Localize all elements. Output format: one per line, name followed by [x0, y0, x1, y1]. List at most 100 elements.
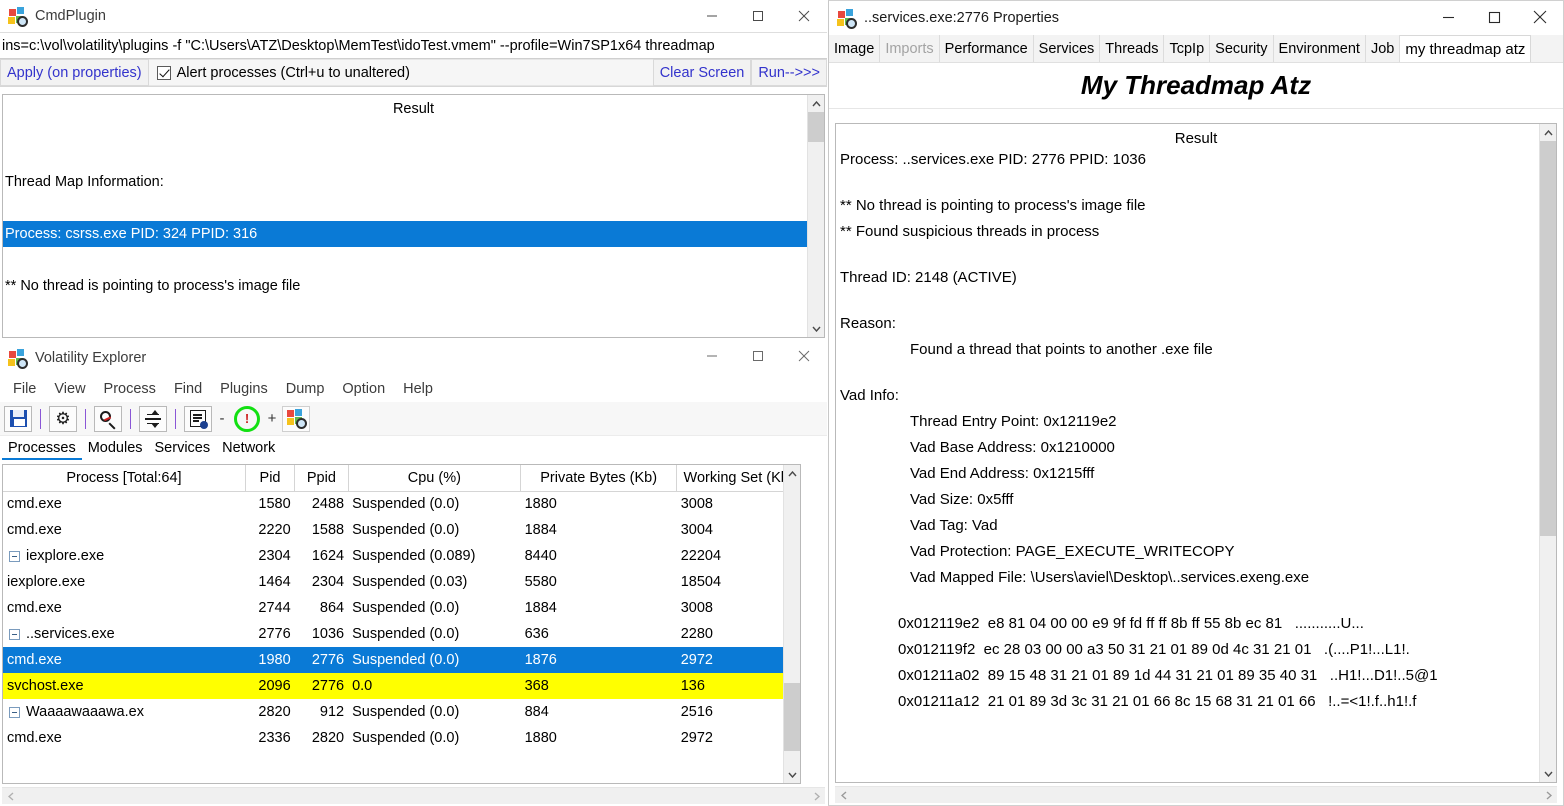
result-line[interactable]: [836, 363, 1556, 383]
clear-screen-button[interactable]: Clear Screen: [653, 59, 752, 86]
column-header[interactable]: Process [Total:64]: [3, 465, 245, 491]
tab-security[interactable]: Security: [1210, 35, 1273, 62]
result-line[interactable]: [836, 591, 1556, 611]
result-line[interactable]: Reason:: [836, 311, 1556, 337]
close-button[interactable]: [781, 341, 827, 372]
table-row[interactable]: Waaaawaaawa.ex2820912Suspended (0.0)8842…: [3, 699, 800, 725]
scroll-left-icon[interactable]: [2, 788, 19, 804]
process-name-cell[interactable]: svchost.exe: [3, 673, 245, 699]
hex-dump-line[interactable]: 0x01211a12 21 01 89 3d 3c 31 21 01 66 8c…: [836, 689, 1556, 715]
hex-dump-line[interactable]: 0x01211a02 89 15 48 31 21 01 89 1d 44 31…: [836, 663, 1556, 689]
result-line[interactable]: [836, 173, 1556, 193]
zoom-out-button[interactable]: -: [214, 410, 230, 427]
result-line[interactable]: ** Found suspicious threads in process: [836, 219, 1556, 245]
table-row[interactable]: ..services.exe27761036Suspended (0.0)636…: [3, 621, 800, 647]
dump-info-button[interactable]: [184, 406, 212, 432]
tab-processes[interactable]: Processes: [2, 438, 82, 460]
menu-item-view[interactable]: View: [47, 379, 92, 399]
properties-result-vscrollbar[interactable]: [1539, 124, 1556, 782]
expand-collapse-button[interactable]: [139, 406, 167, 432]
scroll-up-icon[interactable]: [808, 95, 825, 112]
maximize-button[interactable]: [735, 1, 781, 32]
column-header[interactable]: Working Set (Kb): [677, 465, 800, 491]
column-header[interactable]: Pid: [245, 465, 294, 491]
save-button[interactable]: [4, 406, 32, 432]
result-line-selected[interactable]: Process: csrss.exe PID: 324 PPID: 316: [3, 221, 824, 247]
process-list-vscrollbar[interactable]: [783, 465, 800, 783]
alert-processes-checkbox-row[interactable]: Alert processes (Ctrl+u to unaltered): [149, 59, 653, 86]
table-row[interactable]: cmd.exe2744864Suspended (0.0)18843008: [3, 595, 800, 621]
scroll-down-icon[interactable]: [1540, 765, 1557, 782]
find-button[interactable]: [94, 406, 122, 432]
tab-modules[interactable]: Modules: [82, 438, 149, 460]
process-name-cell[interactable]: cmd.exe: [3, 491, 245, 517]
hex-dump-line[interactable]: 0x012119e2 e8 81 04 00 00 e9 9f fd ff ff…: [836, 611, 1556, 637]
process-name-cell[interactable]: cmd.exe: [3, 595, 245, 621]
menu-item-file[interactable]: File: [6, 379, 43, 399]
alert-indicator-icon[interactable]: !: [234, 406, 260, 432]
close-button[interactable]: [1517, 2, 1563, 33]
table-row[interactable]: iexplore.exe23041624Suspended (0.089)844…: [3, 543, 800, 569]
menu-item-option[interactable]: Option: [335, 379, 392, 399]
process-name-cell[interactable]: iexplore.exe: [3, 569, 245, 595]
volexp-titlebar[interactable]: Volatility Explorer: [0, 340, 827, 376]
minimize-button[interactable]: [689, 1, 735, 32]
tab-services[interactable]: Services: [149, 438, 217, 460]
process-explorer-button[interactable]: [282, 406, 310, 432]
process-name-cell[interactable]: iexplore.exe: [3, 543, 245, 569]
column-header[interactable]: Cpu (%): [348, 465, 521, 491]
tab-tcpip[interactable]: TcpIp: [1164, 35, 1210, 62]
run-button[interactable]: Run-->>>: [751, 59, 827, 86]
minimize-button[interactable]: [1425, 2, 1471, 33]
process-table-header[interactable]: Process [Total:64]PidPpidCpu (%)Private …: [3, 465, 800, 491]
result-line[interactable]: Found a thread that points to another .e…: [836, 337, 1556, 363]
process-table-body[interactable]: cmd.exe15802488Suspended (0.0)18803008cm…: [3, 491, 800, 751]
result-line[interactable]: Vad Info:: [836, 383, 1556, 409]
maximize-button[interactable]: [735, 341, 781, 372]
process-name-cell[interactable]: Waaaawaaawa.ex: [3, 699, 245, 725]
tab-threads[interactable]: Threads: [1100, 35, 1164, 62]
result-line[interactable]: [3, 195, 824, 221]
scroll-left-icon[interactable]: [835, 787, 852, 803]
result-line[interactable]: Vad Mapped File: \Users\aviel\Desktop\..…: [836, 565, 1556, 591]
menu-item-help[interactable]: Help: [396, 379, 440, 399]
apply-on-properties-button[interactable]: Apply (on properties): [0, 59, 149, 86]
result-line[interactable]: ** No thread is pointing to process's im…: [836, 193, 1556, 219]
result-line[interactable]: Thread Entry Point: 0x12119e2: [836, 409, 1556, 435]
tab-my-threadmap-atz[interactable]: my threadmap atz: [1400, 35, 1531, 62]
process-name-cell[interactable]: cmd.exe: [3, 647, 245, 673]
tab-environment[interactable]: Environment: [1274, 35, 1366, 62]
menu-item-dump[interactable]: Dump: [279, 379, 332, 399]
result-line[interactable]: Process: ..services.exe PID: 2776 PPID: …: [836, 147, 1556, 173]
minimize-button[interactable]: [689, 341, 735, 372]
column-header[interactable]: Private Bytes (Kb): [521, 465, 677, 491]
tab-job[interactable]: Job: [1366, 35, 1400, 62]
close-button[interactable]: [781, 1, 827, 32]
table-row[interactable]: cmd.exe15802488Suspended (0.0)18803008: [3, 491, 800, 517]
table-row[interactable]: cmd.exe19802776Suspended (0.0)18762972: [3, 647, 800, 673]
result-line[interactable]: Vad Base Address: 0x1210000: [836, 435, 1556, 461]
cmdplugin-result-vscrollbar[interactable]: [807, 95, 824, 337]
result-line[interactable]: [3, 117, 824, 143]
tree-collapse-icon[interactable]: [9, 629, 20, 640]
tab-image[interactable]: Image: [829, 35, 880, 62]
result-line[interactable]: [836, 245, 1556, 265]
result-line[interactable]: Thread Map Information:: [3, 169, 824, 195]
tree-collapse-icon[interactable]: [9, 551, 20, 562]
scrollbar-thumb[interactable]: [784, 683, 801, 751]
result-line[interactable]: ** No thread is pointing to process's im…: [3, 273, 824, 299]
cmdplugin-result-lines[interactable]: Thread Map Information: Process: csrss.e…: [3, 117, 824, 325]
scroll-up-icon[interactable]: [784, 465, 801, 482]
scroll-down-icon[interactable]: [784, 766, 801, 783]
table-row[interactable]: iexplore.exe14642304Suspended (0.03)5580…: [3, 569, 800, 595]
process-list-hscrollbar[interactable]: [2, 787, 825, 804]
process-name-cell[interactable]: ..services.exe: [3, 621, 245, 647]
tab-performance[interactable]: Performance: [940, 35, 1034, 62]
process-name-cell[interactable]: cmd.exe: [3, 517, 245, 543]
scroll-right-icon[interactable]: [808, 788, 825, 804]
scroll-up-icon[interactable]: [1540, 124, 1557, 141]
tree-collapse-icon[interactable]: [9, 707, 20, 718]
properties-hscrollbar[interactable]: [835, 786, 1557, 803]
settings-button[interactable]: ⚙: [49, 406, 77, 432]
table-row[interactable]: cmd.exe22201588Suspended (0.0)18843004: [3, 517, 800, 543]
